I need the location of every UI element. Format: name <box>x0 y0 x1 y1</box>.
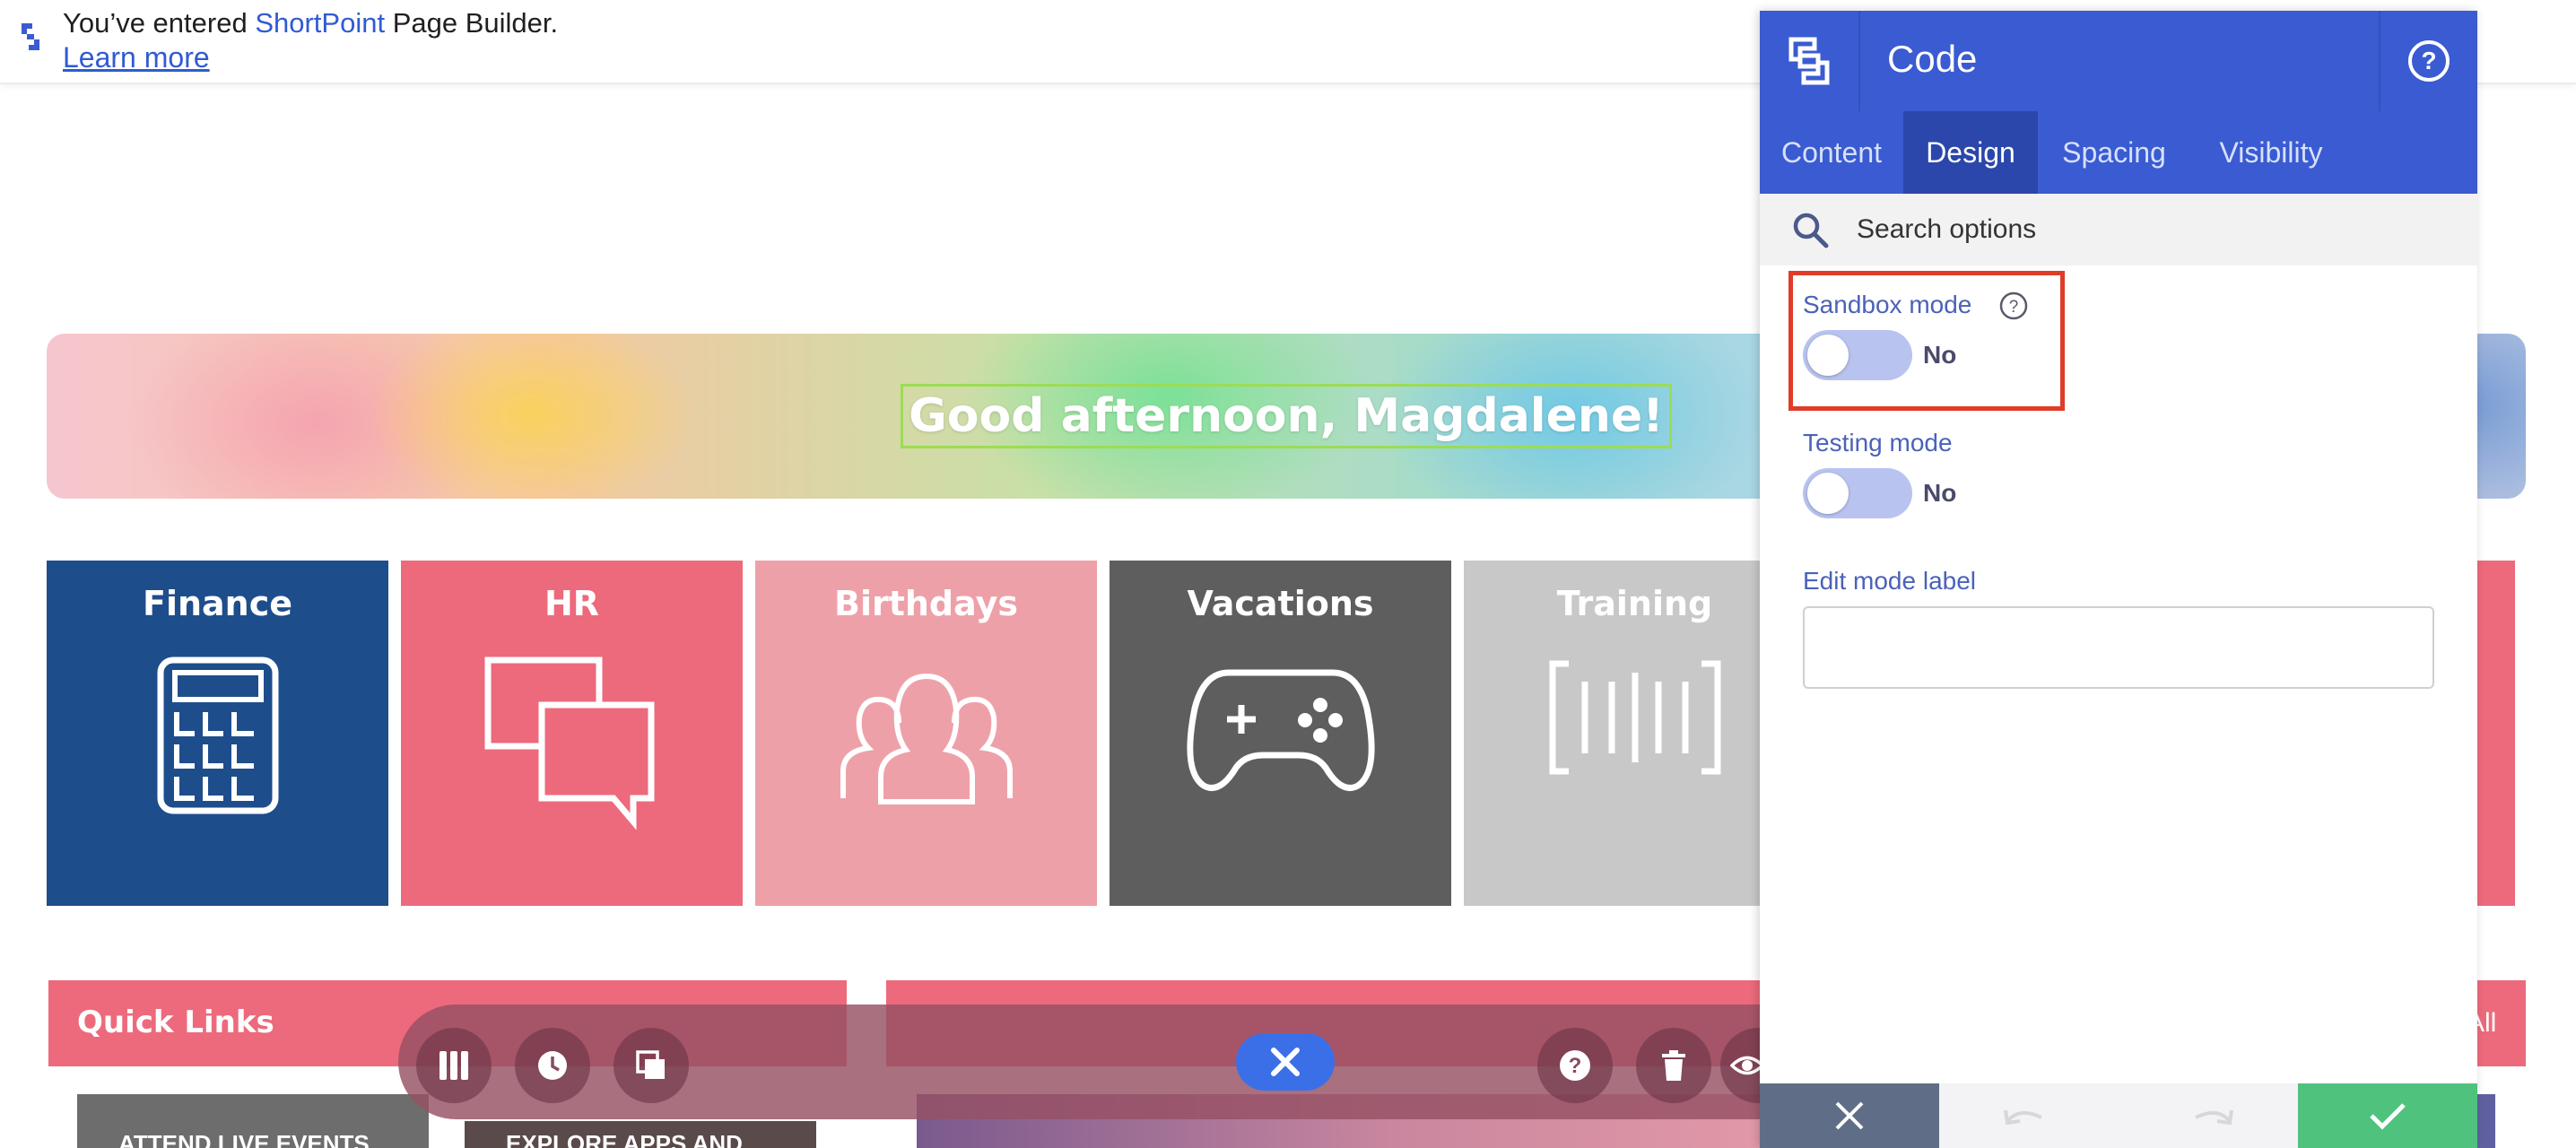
shortpoint-logo-icon <box>1788 37 1830 85</box>
barcode-icon <box>1549 660 1720 775</box>
checkmark-icon <box>2370 1103 2406 1130</box>
svg-text:?: ? <box>2421 47 2436 74</box>
cancel-button[interactable] <box>1760 1083 1939 1148</box>
history-controls <box>1939 1083 2298 1148</box>
sandbox-mode-toggle[interactable] <box>1803 330 1912 380</box>
options-search <box>1760 194 2477 265</box>
question-circle-icon[interactable]: ? <box>1998 291 2029 326</box>
panel-logo <box>1760 11 1860 111</box>
learn-more-link[interactable]: Learn more <box>63 41 210 74</box>
tab-content[interactable]: Content <box>1760 111 1903 194</box>
close-icon <box>1271 1048 1300 1076</box>
tile-label: Birthdays <box>833 584 1018 623</box>
panel-footer <box>1760 1083 2477 1148</box>
builder-toolbar: ? <box>398 1004 1869 1119</box>
people-group-icon <box>840 673 1013 804</box>
toolbar-close-button[interactable] <box>1236 1033 1335 1091</box>
notice-prefix: You’ve entered <box>63 7 256 39</box>
notice-text: You’ve entered ShortPoint Page Builder. <box>63 7 558 39</box>
quick-link-card[interactable]: ATTEND LIVE EVENTS <box>77 1094 429 1148</box>
help-icon: ? <box>1560 1050 1590 1081</box>
notice-suffix: Page Builder. <box>385 7 559 39</box>
search-input[interactable] <box>1857 206 2449 253</box>
tile-birthdays[interactable]: Birthdays <box>755 561 1097 906</box>
gamepad-icon <box>1186 669 1375 791</box>
undo-icon[interactable] <box>2002 1103 2047 1130</box>
copy-button[interactable] <box>614 1028 689 1103</box>
svg-text:?: ? <box>2009 298 2019 317</box>
help-circle-icon: ? <box>2408 40 2450 82</box>
toggle-knob <box>1807 335 1849 376</box>
tile-hr[interactable]: HR <box>401 561 743 906</box>
calculator-icon <box>157 657 278 814</box>
help-button[interactable]: ? <box>1537 1028 1613 1103</box>
tab-design[interactable]: Design <box>1903 111 2038 194</box>
trash-icon <box>1662 1050 1685 1081</box>
delete-button[interactable] <box>1636 1028 1711 1103</box>
testing-mode-toggle[interactable] <box>1803 468 1912 518</box>
panel-title: Code <box>1887 38 1978 80</box>
panel-help-button[interactable]: ? <box>2379 11 2477 111</box>
history-icon <box>538 1051 567 1080</box>
tile-label: Training <box>1556 584 1713 623</box>
testing-mode-value: No <box>1923 479 1957 507</box>
quick-link-card-label: ATTEND LIVE EVENTS <box>118 1130 370 1148</box>
tile-label: Finance <box>142 584 293 623</box>
copy-icon <box>636 1050 665 1079</box>
panel-header: Code ? <box>1760 11 2477 111</box>
code-properties-panel: Code ? Content Design Spacing Visibility… <box>1760 11 2477 1148</box>
panel-tabs: Content Design Spacing Visibility <box>1760 111 2477 194</box>
history-button[interactable] <box>515 1028 590 1103</box>
close-icon <box>1835 1101 1864 1130</box>
quick-link-card-label: EXPLORE APPS AND <box>506 1130 743 1148</box>
notice-brand: ShortPoint <box>255 7 386 39</box>
tile-overflow-strip <box>2474 561 2515 906</box>
shortpoint-logo-icon <box>18 22 43 57</box>
greeting-heading[interactable]: Good afternoon, Magdalene! <box>901 384 1672 448</box>
sandbox-mode-value: No <box>1923 341 1957 369</box>
redo-icon[interactable] <box>2190 1103 2235 1130</box>
apply-button[interactable] <box>2298 1083 2477 1148</box>
quick-link-card[interactable]: EXPLORE APPS AND <box>465 1121 816 1148</box>
tile-vacations[interactable]: Vacations <box>1110 561 1451 906</box>
search-icon <box>1792 212 1830 254</box>
tile-label: Vacations <box>1187 584 1374 623</box>
tile-finance[interactable]: Finance <box>47 561 388 906</box>
sandbox-mode-label: Sandbox mode <box>1803 291 1972 318</box>
chat-bubbles-icon <box>484 657 654 831</box>
tile-label: HR <box>544 584 600 623</box>
quick-links-title: Quick Links <box>77 1004 274 1040</box>
edit-mode-label-input[interactable] <box>1803 606 2434 689</box>
columns-icon <box>439 1051 468 1080</box>
svg-text:?: ? <box>1569 1054 1582 1078</box>
columns-button[interactable] <box>416 1028 492 1103</box>
tab-visibility[interactable]: Visibility <box>2190 111 2352 194</box>
edit-mode-label-label: Edit mode label <box>1803 567 1977 595</box>
testing-mode-label: Testing mode <box>1803 429 1953 457</box>
tile-training[interactable]: Training <box>1464 561 1806 906</box>
tab-spacing[interactable]: Spacing <box>2038 111 2190 194</box>
toggle-knob <box>1807 473 1849 514</box>
